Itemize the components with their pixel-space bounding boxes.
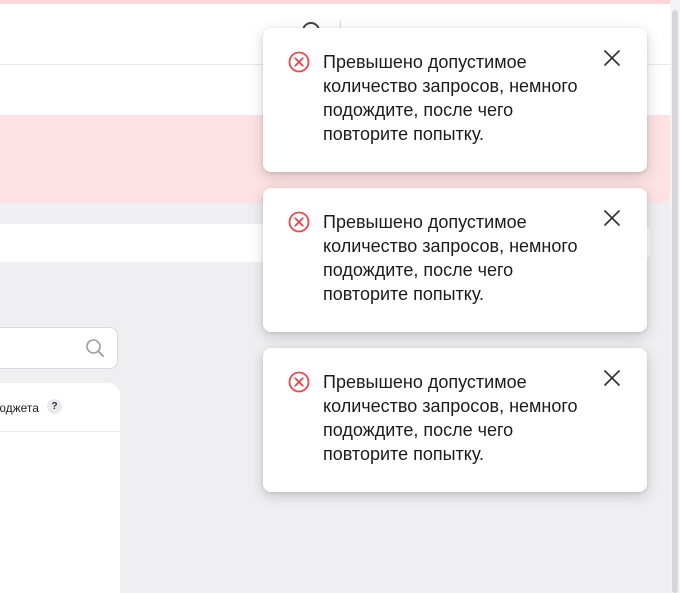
scrollbar-thumb[interactable] <box>672 10 678 593</box>
close-icon[interactable] <box>602 208 622 228</box>
error-toast: Превышено допустимое количество запросов… <box>263 188 647 332</box>
page: бюджета ? Превышено допустимое количеств… <box>0 0 680 593</box>
close-icon[interactable] <box>602 368 622 388</box>
toast-message: Превышено допустимое количество запросов… <box>323 372 578 464</box>
search-icon[interactable] <box>85 338 105 358</box>
error-circle-x-icon <box>288 371 310 393</box>
close-icon[interactable] <box>602 48 622 68</box>
error-toast: Превышено допустимое количество запросов… <box>263 348 647 492</box>
error-circle-x-icon <box>288 211 310 233</box>
toast-message: Превышено допустимое количество запросов… <box>323 52 578 144</box>
error-toast: Превышено допустимое количество запросов… <box>263 28 647 172</box>
scrollbar[interactable] <box>670 0 680 593</box>
search-input[interactable] <box>0 327 118 369</box>
help-icon[interactable]: ? <box>47 399 62 414</box>
widget-title: бюджета <box>0 401 39 415</box>
error-circle-x-icon <box>288 51 310 73</box>
widget-card: бюджета ? <box>0 383 120 593</box>
widget-header: бюджета ? <box>0 383 120 432</box>
toast-message: Превышено допустимое количество запросов… <box>323 212 578 304</box>
